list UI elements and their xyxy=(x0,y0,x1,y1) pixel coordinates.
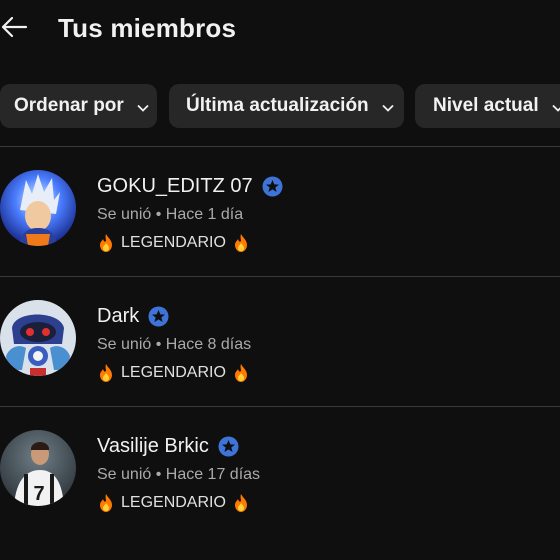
chevron-down-icon xyxy=(136,99,150,113)
sort-by-label: Ordenar por xyxy=(14,95,124,116)
member-row[interactable]: Dark Se unió • Hace 8 días LEGENDARIO xyxy=(0,277,560,407)
member-level-text: LEGENDARIO xyxy=(121,494,226,511)
member-level-text: LEGENDARIO xyxy=(121,234,226,251)
chevron-down-icon xyxy=(551,99,560,113)
sort-by-chip[interactable]: Ordenar por xyxy=(0,84,157,128)
verified-badge-icon xyxy=(148,306,169,327)
member-level-badge: LEGENDARIO xyxy=(97,493,250,513)
page-title: Tus miembros xyxy=(58,13,237,43)
member-name-row: Dark xyxy=(97,305,169,328)
member-name-row: Vasilije Brkic xyxy=(97,435,239,458)
fire-icon xyxy=(97,363,115,383)
back-arrow-icon[interactable] xyxy=(0,12,30,42)
fire-icon xyxy=(97,233,115,253)
member-level-text: LEGENDARIO xyxy=(121,364,226,381)
svg-text:7: 7 xyxy=(33,483,44,505)
current-level-chip[interactable]: Nivel actual xyxy=(415,84,560,128)
member-level-badge: LEGENDARIO xyxy=(97,233,250,253)
member-joined-text: Se unió • Hace 8 días xyxy=(97,336,252,353)
member-joined-text: Se unió • Hace 1 día xyxy=(97,206,244,223)
verified-badge-icon xyxy=(218,436,239,457)
member-level-badge: LEGENDARIO xyxy=(97,363,250,383)
verified-badge-icon xyxy=(262,176,283,197)
robot-avatar xyxy=(0,300,76,376)
member-name: GOKU_EDITZ 07 xyxy=(97,175,253,197)
member-row[interactable]: 7 Vasilije Brkic Se unió • Hace 17 días … xyxy=(0,407,560,537)
current-level-label: Nivel actual xyxy=(433,95,539,116)
filter-chips: Ordenar por Última actualización Nivel a… xyxy=(0,84,560,130)
member-joined-text: Se unió • Hace 17 días xyxy=(97,466,261,483)
member-name: Dark xyxy=(97,305,140,327)
member-name-row: GOKU_EDITZ 07 xyxy=(97,175,283,198)
member-row[interactable]: GOKU_EDITZ 07 Se unió • Hace 1 día LEGEN… xyxy=(0,147,560,277)
fire-icon xyxy=(232,363,250,383)
fire-icon xyxy=(232,233,250,253)
fire-icon xyxy=(232,493,250,513)
goku-avatar xyxy=(0,170,76,246)
last-updated-label: Última actualización xyxy=(186,95,369,116)
fire-icon xyxy=(97,493,115,513)
footballer-avatar: 7 xyxy=(0,430,76,506)
member-name: Vasilije Brkic xyxy=(97,435,209,457)
chevron-down-icon xyxy=(381,99,395,113)
app-header: Tus miembros xyxy=(0,0,560,58)
last-updated-chip[interactable]: Última actualización xyxy=(169,84,404,128)
